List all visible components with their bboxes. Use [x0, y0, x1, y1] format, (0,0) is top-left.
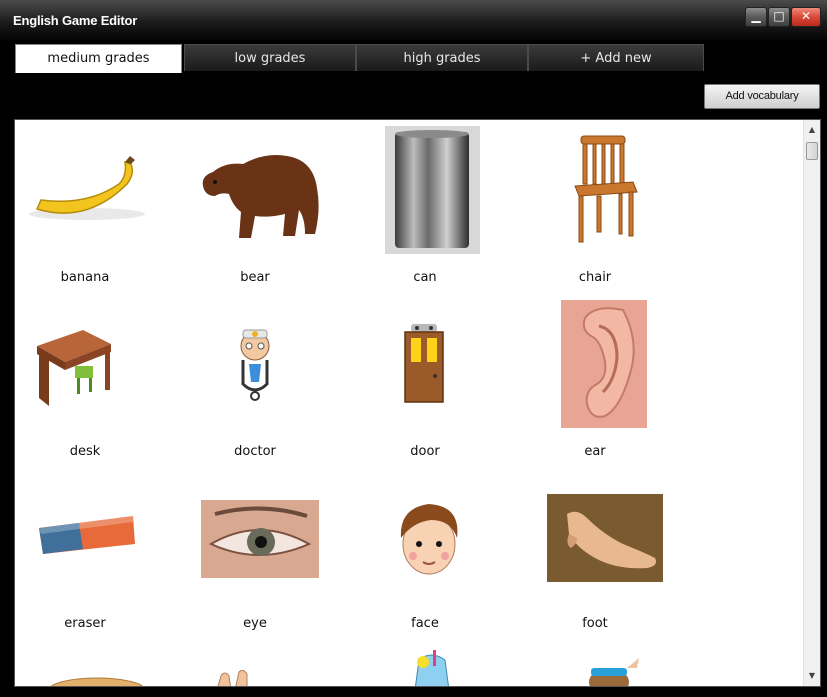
add-vocabulary-button[interactable]: Add vocabulary	[704, 84, 820, 109]
tab-high-grades[interactable]: high grades	[356, 44, 528, 71]
ear-icon	[561, 300, 647, 428]
vocabulary-grid: banana bear can chair desk doctor door e…	[14, 119, 821, 687]
can-icon	[385, 126, 480, 254]
banana-icon	[29, 156, 145, 220]
title-bar[interactable]: English Game Editor ▁ □ ✕	[0, 0, 827, 40]
window-title: English Game Editor	[13, 13, 138, 28]
desk-icon	[37, 330, 111, 406]
vocab-label: doctor	[234, 444, 276, 459]
vocab-label: door	[410, 444, 440, 459]
foot-icon	[547, 494, 663, 582]
vocab-label: foot	[582, 616, 608, 631]
vocab-label: eye	[243, 616, 267, 631]
chair-icon	[574, 135, 638, 243]
juice-icon	[415, 650, 449, 686]
app-window: English Game Editor ▁ □ ✕ medium grades …	[0, 0, 827, 697]
vocab-label: banana	[60, 270, 110, 285]
scroll-down-icon[interactable]: ▼	[804, 668, 820, 684]
vocab-label: face	[411, 616, 439, 631]
tab-medium-grades[interactable]: medium grades	[15, 44, 182, 73]
close-icon: ✕	[800, 9, 812, 23]
girl-icon	[589, 658, 639, 686]
vocab-label: chair	[578, 270, 612, 285]
maximize-icon: □	[773, 9, 785, 23]
vocab-label: bear	[240, 270, 270, 285]
vertical-scrollbar[interactable]: ▲ ▼	[803, 120, 820, 686]
vocab-label: desk	[69, 444, 101, 459]
minimize-button[interactable]: ▁	[745, 7, 767, 27]
minimize-icon: ▁	[751, 9, 761, 23]
tab-low-grades[interactable]: low grades	[184, 44, 356, 71]
scrollbar-thumb[interactable]	[806, 142, 818, 160]
eye-icon	[201, 500, 319, 578]
doctor-icon	[240, 329, 270, 401]
tab-add-new[interactable]: + Add new	[528, 44, 704, 71]
door-icon	[404, 324, 444, 403]
scroll-up-icon[interactable]: ▲	[804, 122, 820, 138]
vocab-label: can	[413, 270, 437, 285]
hand-icon	[217, 669, 248, 686]
maximize-button[interactable]: □	[768, 7, 790, 27]
face-icon	[400, 504, 458, 575]
bear-icon	[202, 155, 319, 238]
eraser-icon	[39, 516, 135, 554]
vocab-label: ear	[584, 444, 606, 459]
close-button[interactable]: ✕	[791, 7, 821, 27]
vocab-label: eraser	[64, 616, 106, 631]
bread-icon	[50, 677, 144, 686]
